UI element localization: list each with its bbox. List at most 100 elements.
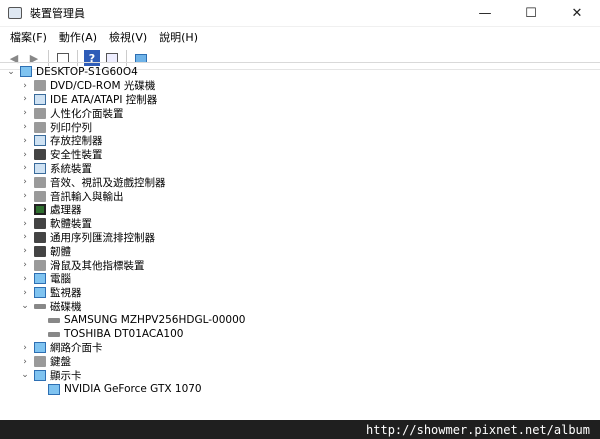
tree-node[interactable]: › 軟體裝置 xyxy=(0,217,600,231)
system-device-icon xyxy=(34,162,46,174)
tree-node-label: 顯示卡 xyxy=(50,369,82,382)
tree-node[interactable]: › 滑鼠及其他指標裝置 xyxy=(0,258,600,272)
tree-node-label: 處理器 xyxy=(50,204,82,217)
expand-chevron-icon[interactable]: › xyxy=(20,163,30,173)
close-button[interactable]: ✕ xyxy=(554,0,600,26)
expand-chevron-icon[interactable]: › xyxy=(20,150,30,160)
printer-icon xyxy=(34,121,46,133)
expand-chevron-icon[interactable]: › xyxy=(20,232,30,242)
tree-node[interactable]: › 網路介面卡 xyxy=(0,341,600,355)
storage-controller-icon xyxy=(34,135,46,147)
tree-node[interactable]: › 通用序列匯流排控制器 xyxy=(0,231,600,245)
mouse-icon xyxy=(34,259,46,271)
watermark: http://showmer.pixnet.net/album xyxy=(0,420,600,439)
tree-child-node[interactable]: NVIDIA GeForce GTX 1070 xyxy=(0,382,600,396)
tree-root[interactable]: ⌄ DESKTOP-S1G60O4 xyxy=(0,65,600,79)
minimize-button[interactable]: — xyxy=(462,0,508,26)
display-adapter-icon xyxy=(34,369,46,381)
tree-node[interactable]: › 音訊輸入與輸出 xyxy=(0,189,600,203)
expand-chevron-icon[interactable]: › xyxy=(20,81,30,91)
tree-node-label: 通用序列匯流排控制器 xyxy=(50,231,155,244)
audio-io-icon xyxy=(34,190,46,202)
tree-node-label: 存放控制器 xyxy=(50,135,103,148)
expand-chevron-icon[interactable]: › xyxy=(20,219,30,229)
tree-node[interactable]: › 韌體 xyxy=(0,244,600,258)
expand-chevron-icon[interactable]: › xyxy=(20,274,30,284)
disk-icon xyxy=(48,331,60,337)
tree-node-label: 音訊輸入與輸出 xyxy=(50,190,124,203)
tree-node[interactable]: › 電腦 xyxy=(0,272,600,286)
disk-drive-icon xyxy=(34,303,46,309)
expand-chevron-icon[interactable]: › xyxy=(20,260,30,270)
tree-node-label: IDE ATA/ATAPI 控制器 xyxy=(50,94,158,106)
network-adapter-icon xyxy=(34,342,46,354)
tree-node-label: 人性化介面裝置 xyxy=(50,107,124,120)
expand-chevron-icon[interactable]: › xyxy=(20,191,30,201)
tree-node[interactable]: › 存放控制器 xyxy=(0,134,600,148)
tree-node[interactable]: › 安全性裝置 xyxy=(0,148,600,162)
expand-chevron-icon[interactable]: › xyxy=(20,357,30,367)
tree-node[interactable]: ⌄ 顯示卡 xyxy=(0,369,600,383)
software-device-icon xyxy=(34,218,46,230)
tree-child-node[interactable]: TOSHIBA DT01ACA100 xyxy=(0,327,600,341)
maximize-button[interactable]: ☐ xyxy=(508,0,554,26)
root-label: DESKTOP-S1G60O4 xyxy=(36,65,138,78)
tree-node-label: 鍵盤 xyxy=(50,356,71,369)
usb-icon xyxy=(34,231,46,243)
menu-view[interactable]: 檢視(V) xyxy=(103,29,153,45)
expand-chevron-icon[interactable]: › xyxy=(20,177,30,187)
tree-node[interactable]: › DVD/CD-ROM 光碟機 xyxy=(0,79,600,93)
tree-node-label: 安全性裝置 xyxy=(50,149,103,162)
tree-node[interactable]: › 系統裝置 xyxy=(0,162,600,176)
expand-chevron-icon[interactable]: › xyxy=(20,122,30,132)
expand-chevron-icon[interactable]: › xyxy=(20,288,30,298)
tree-node[interactable]: › 列印佇列 xyxy=(0,120,600,134)
title-bar: 裝置管理員 — ☐ ✕ xyxy=(0,0,600,27)
tree-node-label: 網路介面卡 xyxy=(50,342,103,355)
menu-action[interactable]: 動作(A) xyxy=(53,29,103,45)
expand-chevron-icon[interactable]: › xyxy=(20,246,30,256)
display-adapter-icon xyxy=(48,383,60,395)
menu-file[interactable]: 檔案(F) xyxy=(4,29,53,45)
tree-node[interactable]: › 監視器 xyxy=(0,286,600,300)
tree-node-label: 列印佇列 xyxy=(50,121,92,134)
tree-child-label: SAMSUNG MZHPV256HDGL-00000 xyxy=(64,314,246,327)
tree-node-label: 滑鼠及其他指標裝置 xyxy=(50,259,145,272)
expand-chevron-icon[interactable]: › xyxy=(20,94,30,104)
device-tree: ⌄ DESKTOP-S1G60O4 › DVD/CD-ROM 光碟機 › IDE AT… xyxy=(0,62,600,420)
tree-node-label: DVD/CD-ROM 光碟機 xyxy=(50,80,156,93)
tree-child-node[interactable]: SAMSUNG MZHPV256HDGL-00000 xyxy=(0,313,600,327)
tree-node-label: 電腦 xyxy=(50,273,71,286)
tree-node[interactable]: › 人性化介面裝置 xyxy=(0,106,600,120)
expand-chevron-icon[interactable]: › xyxy=(20,108,30,118)
tree-child-label: TOSHIBA DT01ACA100 xyxy=(64,328,184,341)
device-manager-icon xyxy=(8,7,22,19)
computer-icon xyxy=(20,66,32,78)
tree-child-label: NVIDIA GeForce GTX 1070 xyxy=(64,383,202,396)
tree-node-label: 監視器 xyxy=(50,287,82,300)
disk-icon xyxy=(48,317,60,323)
expand-chevron-icon[interactable]: › xyxy=(20,136,30,146)
keyboard-icon xyxy=(34,356,46,368)
expand-chevron-icon[interactable]: › xyxy=(20,343,30,353)
tree-node[interactable]: › 音效、視訊及遊戲控制器 xyxy=(0,175,600,189)
expand-chevron-icon[interactable]: › xyxy=(20,205,30,215)
monitor-icon xyxy=(34,287,46,299)
menu-bar: 檔案(F) 動作(A) 檢視(V) 說明(H) xyxy=(0,27,600,47)
tree-node-label: 軟體裝置 xyxy=(50,218,92,231)
window-title: 裝置管理員 xyxy=(30,7,85,20)
tree-node[interactable]: ⌄ 磁碟機 xyxy=(0,300,600,314)
ide-controller-icon xyxy=(34,93,46,105)
tree-node-label: 音效、視訊及遊戲控制器 xyxy=(50,176,166,189)
collapse-chevron-icon[interactable]: ⌄ xyxy=(6,67,16,77)
collapse-chevron-icon[interactable]: ⌄ xyxy=(20,301,30,311)
computer-icon xyxy=(34,273,46,285)
security-device-icon xyxy=(34,149,46,161)
tree-node[interactable]: › 處理器 xyxy=(0,203,600,217)
tree-node-label: 磁碟機 xyxy=(50,300,82,313)
processor-icon xyxy=(34,204,46,216)
tree-node[interactable]: › IDE ATA/ATAPI 控制器 xyxy=(0,93,600,107)
collapse-chevron-icon[interactable]: ⌄ xyxy=(20,370,30,380)
tree-node[interactable]: › 鍵盤 xyxy=(0,355,600,369)
menu-help[interactable]: 說明(H) xyxy=(153,29,204,45)
